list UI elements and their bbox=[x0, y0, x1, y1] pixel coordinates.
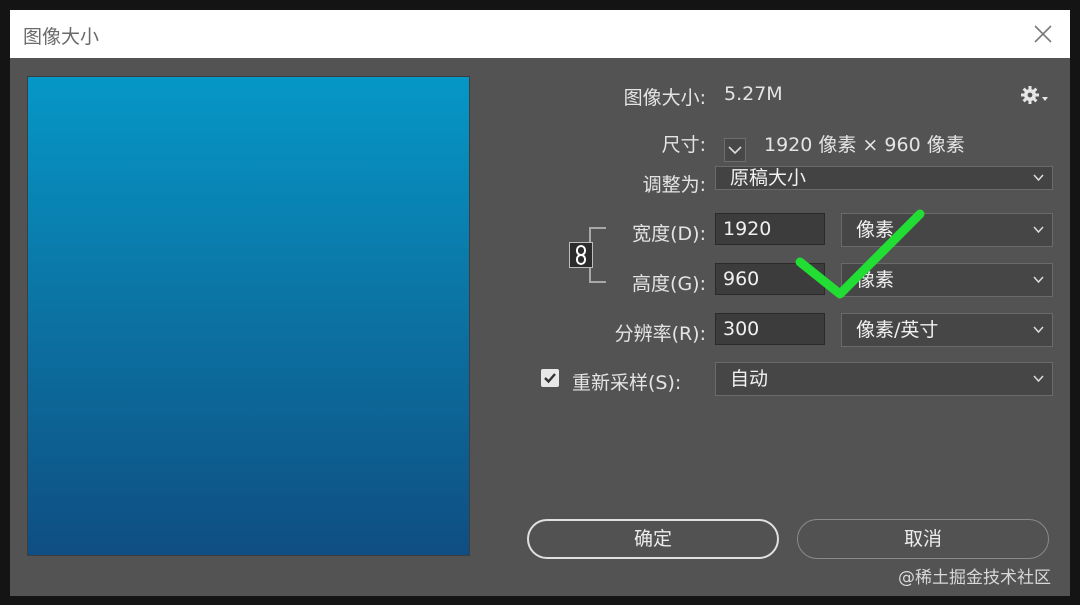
fit-to-value: 原稿大小 bbox=[730, 167, 807, 189]
resample-select[interactable]: 自动 bbox=[715, 362, 1053, 396]
watermark: @稀土掘金技术社区 bbox=[898, 568, 1051, 588]
image-size-value: 5.27M bbox=[724, 83, 783, 105]
resolution-unit-value: 像素/英寸 bbox=[856, 319, 939, 341]
close-icon[interactable] bbox=[1030, 21, 1056, 47]
resolution-label: 分辨率(R): bbox=[614, 323, 706, 345]
title-bar: 图像大小 bbox=[10, 10, 1070, 58]
dimensions-label: 尺寸: bbox=[661, 134, 706, 156]
chevron-down-icon bbox=[1033, 375, 1044, 383]
resolution-unit-select[interactable]: 像素/英寸 bbox=[841, 313, 1053, 347]
cancel-button[interactable]: 取消 bbox=[797, 519, 1049, 559]
dimensions-value: 1920 像素 × 960 像素 bbox=[764, 134, 965, 156]
image-size-dialog: 图像大小 图像大小: 5.27M 尺寸: 1920 像素 × 960 像素 调整… bbox=[10, 10, 1070, 596]
resample-checkbox[interactable] bbox=[541, 369, 559, 387]
height-label: 高度(G): bbox=[632, 273, 706, 295]
resolution-input[interactable]: 300 bbox=[715, 313, 825, 345]
fit-to-select[interactable]: 原稿大小 bbox=[715, 166, 1053, 190]
chevron-down-icon bbox=[1033, 276, 1044, 284]
checkmark-icon bbox=[795, 209, 925, 299]
resample-value: 自动 bbox=[730, 368, 769, 390]
width-label: 宽度(D): bbox=[632, 223, 706, 245]
dimensions-dropdown[interactable] bbox=[724, 138, 746, 162]
image-size-label: 图像大小: bbox=[623, 87, 706, 109]
ok-button[interactable]: 确定 bbox=[527, 519, 779, 559]
resample-label: 重新采样(S): bbox=[572, 372, 682, 394]
chevron-down-icon bbox=[1033, 226, 1044, 234]
image-preview bbox=[27, 76, 470, 556]
gear-icon[interactable] bbox=[1020, 85, 1050, 111]
checkbox-check-icon bbox=[544, 373, 556, 384]
window-title: 图像大小 bbox=[23, 26, 100, 48]
chevron-down-icon bbox=[1033, 174, 1044, 182]
fit-to-label: 调整为: bbox=[642, 174, 706, 196]
chevron-down-icon bbox=[1033, 326, 1044, 334]
